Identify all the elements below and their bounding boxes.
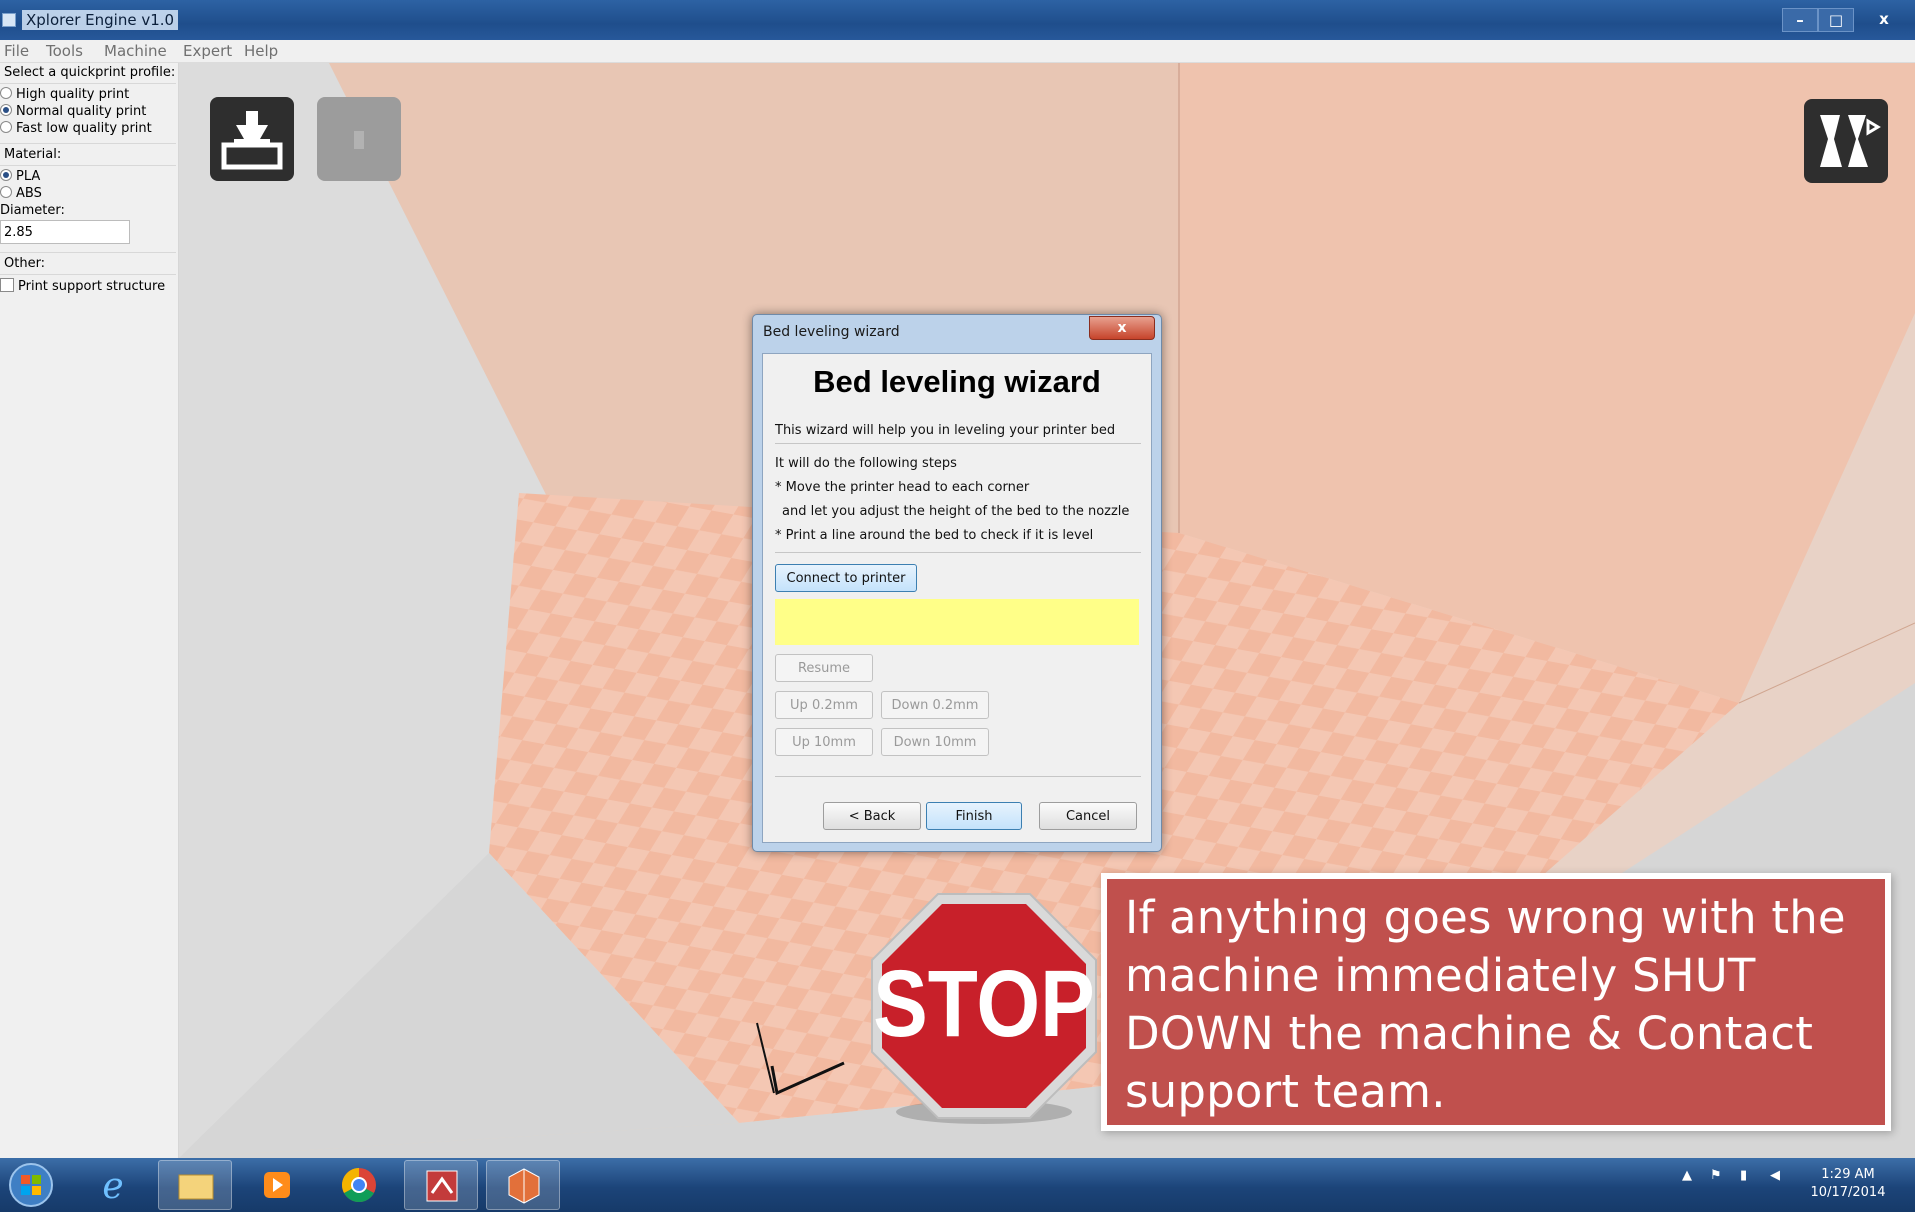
minimize-button[interactable]: –	[1782, 8, 1818, 32]
settings-panel: Select a quickprint profile: High qualit…	[0, 63, 179, 1158]
close-button[interactable]: x	[1860, 8, 1908, 30]
divider	[775, 552, 1141, 553]
diameter-label: Diameter:	[0, 203, 65, 218]
material-label: Material:	[4, 147, 62, 162]
taskbar-internet-explorer[interactable]: e	[76, 1160, 150, 1210]
stop-text: STOP	[873, 951, 1095, 1057]
material-abs-label: ABS	[16, 186, 42, 201]
step-2: * Print a line around the bed to check i…	[775, 528, 1094, 543]
title-bar: Xplorer Engine v1.0 – □ x	[0, 0, 1915, 40]
up-10mm-button[interactable]: Up 10mm	[775, 728, 873, 756]
action-center-flag-icon[interactable]: ⚑	[1710, 1168, 1722, 1183]
material-abs-radio[interactable]: ABS	[0, 186, 42, 201]
profile-high-radio[interactable]: High quality print	[0, 87, 129, 102]
step-1: * Move the printer head to each corner	[775, 480, 1030, 495]
divider	[775, 776, 1141, 777]
menu-tools[interactable]: Tools	[46, 42, 83, 60]
view-mode-icon	[1820, 115, 1881, 167]
maximize-button[interactable]: □	[1818, 8, 1854, 32]
support-structure-checkbox[interactable]: Print support structure	[0, 278, 165, 294]
profile-normal-radio[interactable]: Normal quality print	[0, 104, 146, 119]
network-signal-icon[interactable]: ▮	[1740, 1168, 1747, 1183]
taskbar-file-explorer[interactable]	[158, 1160, 232, 1210]
cancel-button[interactable]: Cancel	[1039, 802, 1137, 830]
windows-logo-icon	[9, 1163, 53, 1207]
menu-expert[interactable]: Expert	[183, 42, 232, 60]
radio-selected-icon	[0, 104, 12, 116]
profile-normal-label: Normal quality print	[16, 104, 147, 119]
profile-high-label: High quality print	[16, 87, 130, 102]
svg-text:e: e	[102, 1166, 123, 1207]
dialog-body: Bed leveling wizard This wizard will hel…	[762, 353, 1152, 843]
bed-leveling-dialog: Bed leveling wizard x Bed leveling wizar…	[752, 314, 1162, 852]
view-mode-button[interactable]	[1804, 99, 1888, 183]
taskbar-clock[interactable]: 1:29 AM 10/17/2014	[1800, 1166, 1896, 1202]
step-1-continued: and let you adjust the height of the bed…	[782, 504, 1130, 519]
internet-explorer-icon: e	[102, 1166, 123, 1207]
connect-to-printer-button[interactable]: Connect to printer	[775, 564, 917, 592]
clock-date: 10/17/2014	[1810, 1185, 1886, 1200]
taskbar-xplorer-engine[interactable]	[486, 1160, 560, 1210]
dialog-close-button[interactable]: x	[1089, 316, 1155, 340]
divider	[0, 83, 176, 84]
status-message-box	[775, 599, 1139, 645]
divider	[0, 165, 176, 166]
checkbox-icon	[0, 278, 14, 292]
volume-icon[interactable]: ◀	[1770, 1168, 1780, 1183]
taskbar-media-player[interactable]	[240, 1160, 314, 1210]
load-model-button[interactable]	[210, 97, 294, 181]
paint-icon	[426, 1170, 458, 1202]
dialog-title: Bed leveling wizard	[763, 324, 900, 340]
material-pla-label: PLA	[16, 169, 41, 184]
load-model-icon	[221, 111, 283, 170]
start-button[interactable]	[4, 1160, 58, 1210]
profile-fast-radio[interactable]: Fast low quality print	[0, 121, 152, 136]
divider	[0, 252, 176, 253]
folder-icon	[178, 1174, 214, 1200]
radio-selected-icon	[0, 169, 12, 181]
show-hidden-icons-button[interactable]: ▲	[1682, 1168, 1692, 1183]
app-icon	[2, 13, 16, 27]
steps-intro: It will do the following steps	[775, 456, 957, 471]
other-label: Other:	[4, 256, 46, 271]
radio-icon	[0, 87, 12, 99]
resume-button[interactable]: Resume	[775, 654, 873, 682]
material-pla-radio[interactable]: PLA	[0, 169, 40, 184]
chrome-icon	[342, 1168, 376, 1202]
divider	[0, 274, 176, 275]
print-button[interactable]	[317, 97, 401, 181]
stop-sign: STOP	[868, 890, 1100, 1130]
print-icon	[354, 131, 364, 149]
stop-sign-icon: STOP	[871, 893, 1097, 1124]
diameter-input[interactable]: 2.85	[0, 220, 130, 244]
taskbar-paint[interactable]	[404, 1160, 478, 1210]
radio-icon	[0, 186, 12, 198]
down-10mm-button[interactable]: Down 10mm	[881, 728, 989, 756]
taskbar-chrome[interactable]	[322, 1160, 396, 1210]
divider	[775, 443, 1141, 444]
menu-file[interactable]: File	[4, 42, 29, 60]
wizard-intro: This wizard will help you in leveling yo…	[775, 423, 1116, 438]
menu-help[interactable]: Help	[244, 42, 278, 60]
profile-fast-label: Fast low quality print	[16, 121, 152, 136]
divider	[0, 143, 176, 144]
warning-callout: If anything goes wrong with the machine …	[1101, 873, 1891, 1131]
up-0-2mm-button[interactable]: Up 0.2mm	[775, 691, 873, 719]
menu-bar: File Tools Machine Expert Help	[0, 40, 1915, 63]
support-structure-label: Print support structure	[18, 279, 166, 294]
radio-icon	[0, 121, 12, 133]
xplorer-engine-icon	[508, 1168, 540, 1204]
taskbar: e ▲ ⚑ ▮ ◀ 1:29 AM 10/17/2014	[0, 1158, 1915, 1212]
media-player-icon	[264, 1172, 290, 1198]
back-button[interactable]: < Back	[823, 802, 921, 830]
clock-time: 1:29 AM	[1821, 1167, 1875, 1182]
profile-label: Select a quickprint profile:	[4, 65, 176, 80]
down-0-2mm-button[interactable]: Down 0.2mm	[881, 691, 989, 719]
window-title: Xplorer Engine v1.0	[22, 10, 179, 30]
dialog-heading: Bed leveling wizard	[813, 364, 1101, 399]
finish-button[interactable]: Finish	[926, 802, 1022, 830]
menu-machine[interactable]: Machine	[104, 42, 167, 60]
